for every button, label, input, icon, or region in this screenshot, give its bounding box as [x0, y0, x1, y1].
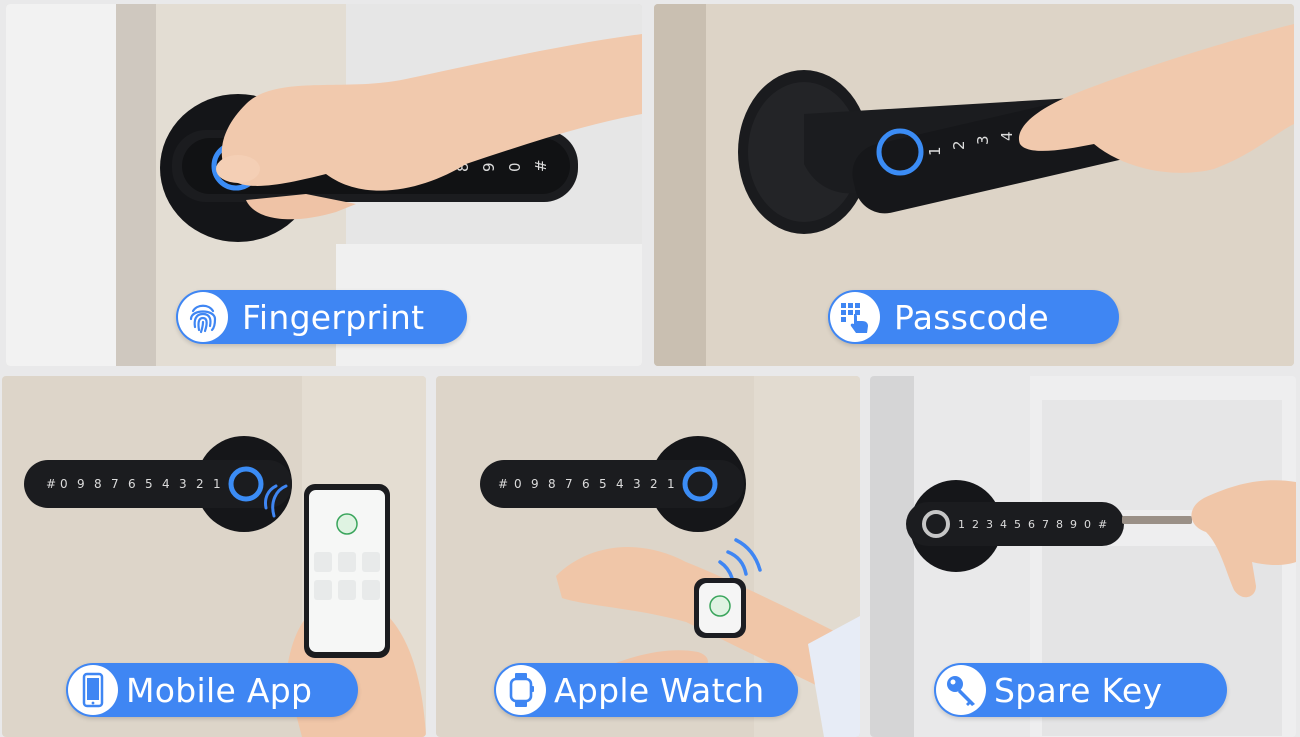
- mobile-app-text: Mobile App: [126, 670, 313, 710]
- svg-text:8: 8: [548, 477, 556, 491]
- fingerprint-icon: [178, 292, 228, 342]
- smartphone-icon: [68, 665, 118, 715]
- svg-text:5: 5: [599, 477, 607, 491]
- key-icon: [936, 665, 986, 715]
- keypad-tap-icon: [830, 292, 880, 342]
- svg-text:9: 9: [77, 477, 85, 491]
- svg-text:3: 3: [179, 477, 187, 491]
- svg-text:2: 2: [972, 518, 979, 531]
- svg-text:0: 0: [60, 477, 68, 491]
- svg-text:7: 7: [1042, 518, 1049, 531]
- svg-text:5: 5: [145, 477, 153, 491]
- svg-text:9: 9: [531, 477, 539, 491]
- svg-text:9: 9: [480, 162, 498, 172]
- apple-watch-label: Apple Watch: [494, 663, 798, 717]
- svg-text:2: 2: [650, 477, 658, 491]
- svg-text:7: 7: [565, 477, 573, 491]
- mobile-app-panel: #0 9 8 7654 321 Mobile App: [2, 376, 426, 737]
- spare-key-text: Spare Key: [994, 670, 1163, 710]
- svg-text:8: 8: [1056, 518, 1063, 531]
- svg-text:5: 5: [1014, 518, 1021, 531]
- passcode-text: Passcode: [894, 297, 1050, 337]
- svg-text:#: #: [498, 477, 508, 491]
- fingerprint-panel: 6 7 8 9 0 # Fingerprint: [6, 4, 642, 366]
- spare-key-label: Spare Key: [934, 663, 1227, 717]
- svg-text:4: 4: [162, 477, 170, 491]
- svg-text:#: #: [46, 477, 56, 491]
- svg-text:3: 3: [974, 135, 992, 145]
- apple-watch-panel: #0 9 8 7654 321 Apple Watch: [436, 376, 860, 737]
- svg-text:8: 8: [94, 477, 102, 491]
- passcode-panel: 1 2 3 4 Passcode: [654, 4, 1294, 366]
- svg-text:2: 2: [196, 477, 204, 491]
- apple-watch-text: Apple Watch: [554, 670, 765, 710]
- svg-text:4: 4: [616, 477, 624, 491]
- svg-text:0: 0: [1084, 518, 1091, 531]
- svg-text:1: 1: [926, 146, 944, 156]
- fingerprint-label: Fingerprint: [176, 290, 467, 344]
- svg-text:3: 3: [633, 477, 641, 491]
- fingerprint-text: Fingerprint: [242, 297, 425, 337]
- svg-text:0: 0: [506, 162, 524, 172]
- svg-text:6: 6: [1028, 518, 1035, 531]
- svg-text:0: 0: [514, 477, 522, 491]
- svg-text:6: 6: [128, 477, 136, 491]
- svg-text:9: 9: [1070, 518, 1077, 531]
- mobile-app-label: Mobile App: [66, 663, 358, 717]
- svg-text:1: 1: [213, 477, 221, 491]
- svg-text:1: 1: [958, 518, 965, 531]
- svg-text:3: 3: [986, 518, 993, 531]
- svg-text:#: #: [1098, 518, 1107, 531]
- svg-text:4: 4: [998, 131, 1016, 141]
- svg-text:6: 6: [582, 477, 590, 491]
- smartwatch-icon: [496, 665, 546, 715]
- spare-key-panel: 1234 5678 9 0 # Spare Key: [870, 376, 1296, 737]
- svg-text:#: #: [532, 159, 550, 172]
- svg-text:7: 7: [111, 477, 119, 491]
- svg-text:1: 1: [667, 477, 675, 491]
- passcode-label: Passcode: [828, 290, 1119, 344]
- svg-text:4: 4: [1000, 518, 1007, 531]
- svg-text:2: 2: [950, 140, 968, 150]
